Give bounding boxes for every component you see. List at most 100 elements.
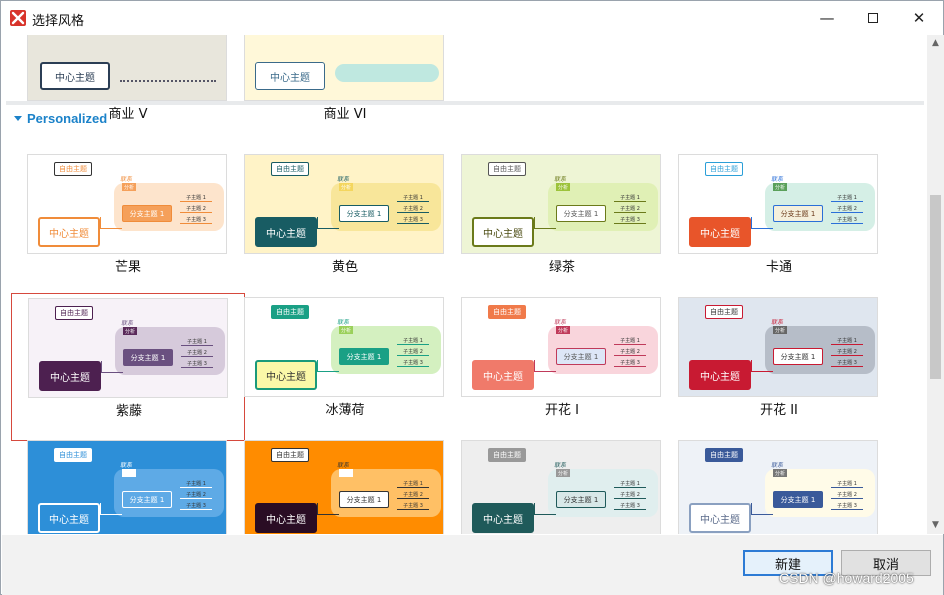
subtopic: 子主题 2 [614, 490, 646, 499]
xmind-logo-icon [10, 10, 26, 26]
branch-connector [534, 503, 556, 515]
theme-name: 冰薄荷 [325, 403, 365, 418]
theme-preview: 自由主题 联系 分析 中心主题 分支主题 1 子主题 1 子主题 2 子主题 3 [461, 440, 661, 534]
subtopic: 子主题 2 [614, 204, 646, 213]
theme-card[interactable]: 中心主题 商业 V [11, 35, 245, 145]
theme-preview: 自由主题 联系 分析 中心主题 分支主题 1 子主题 1 子主题 2 子主题 3 [244, 154, 444, 254]
subtopic: 子主题 2 [180, 204, 212, 213]
branch-connector [317, 217, 339, 229]
minimize-button[interactable]: — [804, 1, 850, 35]
relationship-label: 联系 [121, 320, 134, 327]
subtopic: 子主题 1 [180, 479, 212, 488]
branch-topic: 分支主题 1 [556, 205, 606, 222]
floating-topic: 自由主题 [705, 162, 743, 176]
maximize-button[interactable] [850, 1, 896, 35]
theme-card[interactable]: 自由主题 联系 分析 中心主题 分支主题 1 子主题 1 子主题 2 子主题 3 [662, 436, 896, 534]
scrollbar-thumb[interactable] [930, 195, 941, 379]
dialog-footer: 新建 取消 [2, 535, 943, 595]
summary-tag: 分析 [773, 469, 787, 477]
subtopic: 子主题 1 [614, 193, 646, 202]
subtopic: 子主题 1 [831, 336, 863, 345]
theme-list[interactable]: 中心主题 商业 V 中心主题 商业 VI Personalized 自由主题 联系… [2, 35, 926, 534]
theme-card[interactable]: 自由主题 联系 分析 中心主题 分支主题 1 子主题 1 子主题 2 子主题 3 [445, 436, 679, 534]
close-icon: ✕ [912, 9, 926, 27]
scroll-down-icon[interactable]: ▼ [927, 517, 944, 534]
main-topic: 中心主题 [689, 360, 751, 390]
branch-topic: 分支主题 1 [122, 491, 172, 508]
theme-preview: 自由主题 联系 分析 中心主题 分支主题 1 子主题 1 子主题 2 子主题 3 [678, 297, 878, 397]
relationship-label: 联系 [337, 462, 350, 469]
theme-card[interactable]: 自由主题 联系 分析 中心主题 分支主题 1 子主题 1 子主题 2 子主题 3 开花 I [445, 293, 679, 441]
relationship-label: 联系 [337, 176, 350, 183]
main-topic: 中心主题 [472, 360, 534, 390]
branch-topic: 分支主题 1 [339, 205, 389, 222]
subtopic: 子主题 3 [180, 215, 212, 224]
maximize-icon [868, 13, 878, 23]
floating-topic: 自由主题 [54, 162, 92, 176]
branch-line [120, 72, 216, 82]
floating-topic: 自由主题 [705, 305, 743, 319]
subtopic: 子主题 1 [614, 479, 646, 488]
summary-tag: 分析 [339, 183, 353, 191]
subtopic: 子主题 1 [181, 337, 213, 346]
theme-card[interactable]: 自由主题 联系 分析 中心主题 分支主题 1 子主题 1 子主题 2 子主题 3 [11, 436, 245, 534]
subtopic: 子主题 3 [831, 358, 863, 367]
theme-card[interactable]: 自由主题 联系 分析 中心主题 分支主题 1 子主题 1 子主题 2 子主题 3 绿茶 [445, 150, 679, 298]
summary-tag: 分析 [123, 327, 137, 335]
scroll-up-icon[interactable]: ▲ [927, 35, 944, 52]
theme-card[interactable]: 中心主题 商业 VI [228, 35, 462, 145]
summary-tag: 分析 [556, 183, 570, 191]
dialog-title: 选择风格 [32, 14, 85, 29]
main-topic: 中心主题 [39, 361, 101, 391]
theme-card[interactable]: 自由主题 联系 分析 中心主题 分支主题 1 子主题 1 子主题 2 子主题 3 冰薄荷 [228, 293, 462, 441]
relationship-label: 联系 [771, 462, 784, 469]
branch-connector [534, 217, 556, 229]
branch-connector [100, 503, 122, 515]
relationship-label: 联系 [771, 319, 784, 326]
subtopic: 子主题 2 [181, 348, 213, 357]
subtopic: 子主题 2 [180, 490, 212, 499]
branch-topic: 分支主题 1 [556, 348, 606, 365]
summary-tag: 分析 [122, 183, 136, 191]
main-topic: 中心主题 [255, 62, 325, 90]
summary-tag: 分析 [773, 183, 787, 191]
theme-name: 商业 VI [323, 107, 367, 122]
section-divider [6, 101, 924, 105]
relationship-label: 联系 [120, 462, 133, 469]
section-header[interactable]: Personalized [27, 111, 107, 126]
theme-card[interactable]: 自由主题 联系 分析 中心主题 分支主题 1 子主题 1 子主题 2 子主题 3 [228, 436, 462, 534]
vertical-scrollbar[interactable]: ▲ ▼ [927, 35, 944, 534]
relationship-label: 联系 [771, 176, 784, 183]
subtopic: 子主题 3 [614, 215, 646, 224]
main-topic: 中心主题 [255, 360, 317, 390]
summary-tag: 分析 [556, 326, 570, 334]
subtopic: 子主题 3 [397, 501, 429, 510]
theme-card[interactable]: 自由主题 联系 分析 中心主题 分支主题 1 子主题 1 子主题 2 子主题 3 紫藤 [11, 293, 245, 441]
subtopic: 子主题 2 [397, 204, 429, 213]
floating-topic: 自由主题 [488, 305, 526, 319]
summary-tag: 分析 [773, 326, 787, 334]
main-topic: 中心主题 [38, 503, 100, 533]
theme-card[interactable]: 自由主题 联系 分析 中心主题 分支主题 1 子主题 1 子主题 2 子主题 3 黄色 [228, 150, 462, 298]
branch-connector [101, 361, 123, 373]
theme-preview: 自由主题 联系 分析 中心主题 分支主题 1 子主题 1 子主题 2 子主题 3 [678, 440, 878, 534]
branch-connector [751, 217, 773, 229]
subtopic: 子主题 3 [397, 358, 429, 367]
theme-card[interactable]: 自由主题 联系 分析 中心主题 分支主题 1 子主题 1 子主题 2 子主题 3 芒果 [11, 150, 245, 298]
theme-preview: 自由主题 联系 分析 中心主题 分支主题 1 子主题 1 子主题 2 子主题 3 [461, 297, 661, 397]
close-button[interactable]: ✕ [896, 1, 942, 35]
floating-topic: 自由主题 [705, 448, 743, 462]
theme-name: 紫藤 [115, 404, 142, 419]
theme-preview: 自由主题 联系 分析 中心主题 分支主题 1 子主题 1 子主题 2 子主题 3 [461, 154, 661, 254]
branch-connector [534, 360, 556, 372]
chevron-down-icon[interactable] [14, 116, 22, 121]
theme-card[interactable]: 自由主题 联系 分析 中心主题 分支主题 1 子主题 1 子主题 2 子主题 3 开花 II [662, 293, 896, 441]
subtopic: 子主题 3 [180, 501, 212, 510]
theme-card[interactable]: 自由主题 联系 分析 中心主题 分支主题 1 子主题 1 子主题 2 子主题 3 卡通 [662, 150, 896, 298]
theme-name: 黄色 [331, 260, 358, 275]
subtopic: 子主题 2 [397, 347, 429, 356]
main-topic: 中心主题 [689, 217, 751, 247]
theme-preview: 自由主题 联系 分析 中心主题 分支主题 1 子主题 1 子主题 2 子主题 3 [27, 154, 227, 254]
theme-preview: 自由主题 联系 分析 中心主题 分支主题 1 子主题 1 子主题 2 子主题 3 [244, 297, 444, 397]
watermark: CSDN @howard2005 [779, 570, 914, 586]
